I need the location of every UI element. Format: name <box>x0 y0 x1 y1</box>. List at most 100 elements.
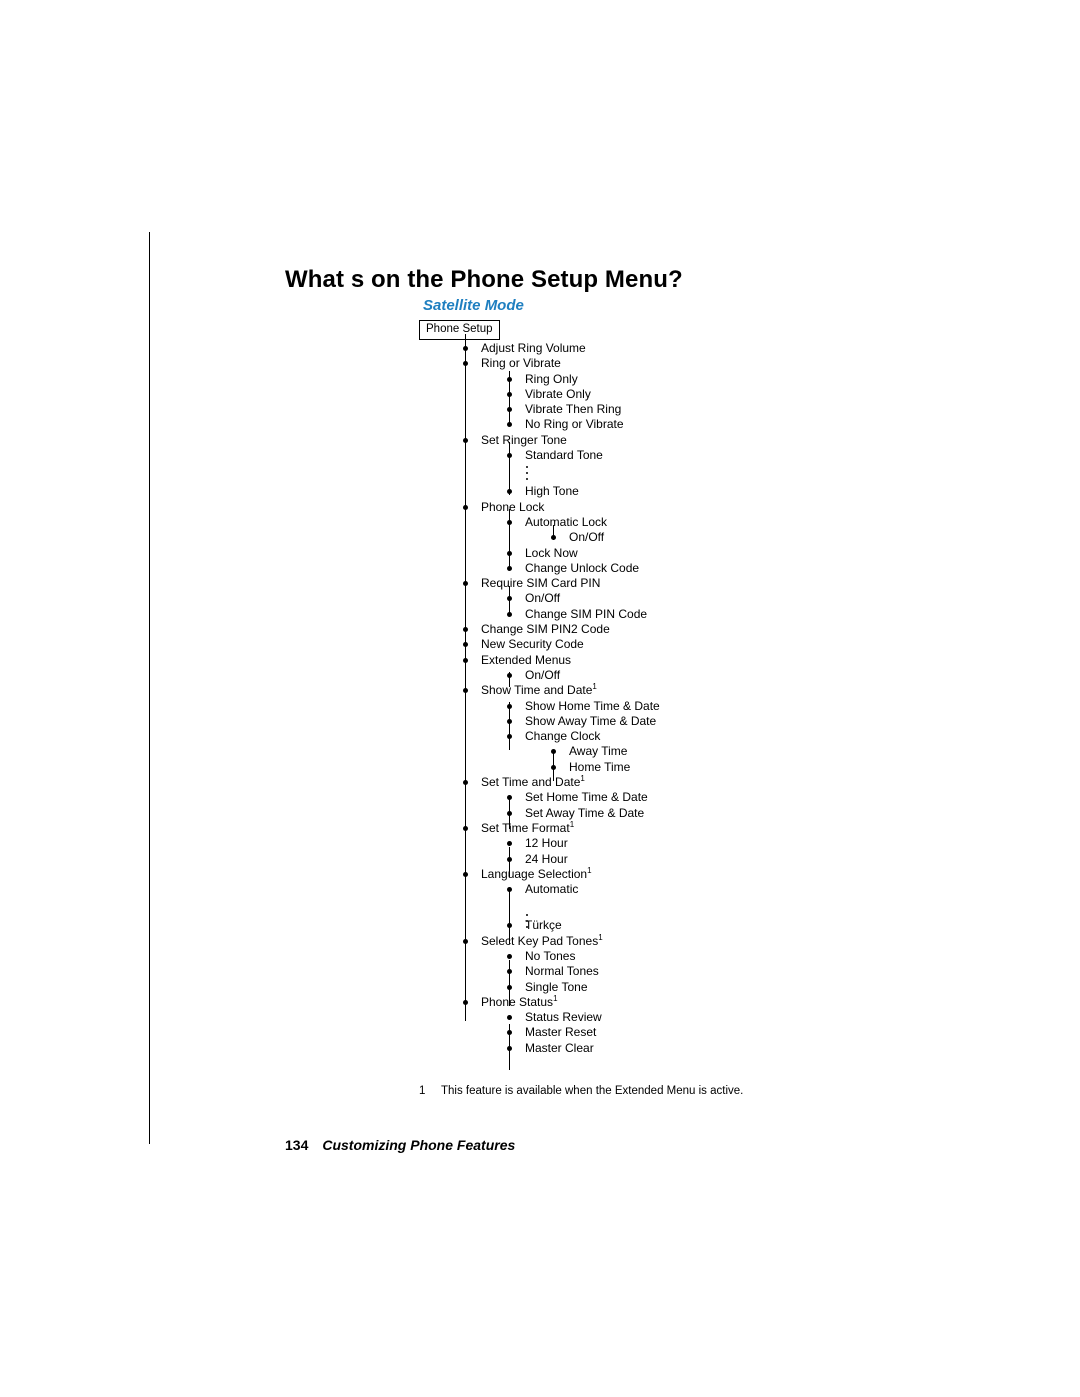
tree-item-label: 24 Hour <box>525 851 568 866</box>
tree-bullet-icon <box>507 672 512 678</box>
tree-item[interactable]: Automatic Lock <box>419 515 979 530</box>
tree-bullet-icon <box>507 519 512 525</box>
tree-bullet-icon <box>507 453 512 459</box>
tree-item-label: Set Ringer Tone <box>481 432 567 447</box>
tree-item[interactable]: New Security Code <box>419 637 979 652</box>
tree-bullet-icon <box>507 703 512 709</box>
tree-item[interactable]: Master Clear <box>419 1041 979 1056</box>
tree-item[interactable]: Phone Status1 <box>419 994 979 1010</box>
tree-item-label: Set Home Time & Date <box>525 790 648 805</box>
tree-item[interactable]: No Tones <box>419 949 979 964</box>
tree-item[interactable]: Adjust Ring Volume <box>419 341 979 356</box>
tree-item-label: 12 Hour <box>525 836 568 851</box>
tree-item[interactable]: Require SIM Card PIN <box>419 576 979 591</box>
tree-bullet-icon <box>507 795 512 801</box>
tree-item-label: On/Off <box>569 530 605 545</box>
tree-item-label: New Security Code <box>481 637 584 652</box>
tree-item-label: Vibrate Then Ring <box>525 402 622 417</box>
tree-item-label: Set Time and Date1 <box>481 774 585 790</box>
tree-item[interactable]: Change Unlock Code <box>419 561 979 576</box>
tree-item[interactable]: On/Off <box>419 591 979 606</box>
tree-item-label: Set Time Format1 <box>481 819 575 835</box>
tree-item[interactable]: Master Reset <box>419 1025 979 1040</box>
tree-item[interactable]: High Tone <box>419 484 979 499</box>
tree-bullet-icon <box>507 969 512 975</box>
tree-item-label: No Ring or Vibrate <box>525 417 624 432</box>
footnote-marker: 1 <box>598 932 603 942</box>
tree-bullet-icon <box>507 810 512 816</box>
tree-bullet-icon <box>551 535 556 541</box>
tree-item-label: Status Review <box>525 1010 602 1025</box>
tree-item[interactable]: On/Off <box>419 668 979 683</box>
tree-bullet-icon <box>463 346 468 351</box>
tree-item-label: Lock Now <box>525 545 578 560</box>
tree-item[interactable]: Show Home Time & Date <box>419 699 979 714</box>
tree-bullet-icon <box>463 437 468 443</box>
tree-item[interactable]: Show Away Time & Date <box>419 714 979 729</box>
tree-item[interactable]: Ring Only <box>419 372 979 387</box>
tree-item[interactable]: Vibrate Then Ring <box>419 402 979 417</box>
page-footer-text: Customizing Phone Features <box>322 1137 516 1153</box>
tree-item[interactable]: Lock Now <box>419 546 979 561</box>
tree-item[interactable]: Automatic <box>419 882 979 897</box>
tree-item[interactable]: Vibrate Only <box>419 387 979 402</box>
tree-bullet-icon <box>507 841 512 847</box>
tree-item-label: Türkçe <box>525 918 562 933</box>
tree-item-label: Home Time <box>569 759 631 774</box>
tree-item[interactable]: Set Time Format1 <box>419 819 979 836</box>
tree-item-label: On/Off <box>525 591 561 606</box>
tree-bullet-icon <box>507 407 512 413</box>
tree-item-label: Change Clock <box>525 729 601 744</box>
tree-item[interactable]: Ring or Vibrate <box>419 356 979 371</box>
tree-item[interactable]: Set Time and Date1 <box>419 775 979 790</box>
tree-item[interactable]: On/Off <box>419 530 979 545</box>
tree-item[interactable]: Normal Tones <box>419 964 979 979</box>
tree-gap <box>419 463 979 484</box>
tree-item[interactable]: Extended Menus <box>419 653 979 668</box>
tree-item-label: Ring Only <box>525 371 578 386</box>
tree-item[interactable]: Select Key Pad Tones1 <box>419 932 979 949</box>
tree-item[interactable]: Change Clock <box>419 729 979 744</box>
tree-item-label: Master Clear <box>525 1040 594 1055</box>
tree-item[interactable]: No Ring or Vibrate <box>419 417 979 432</box>
section-title: Satellite Mode <box>423 297 524 314</box>
tree-item-label: Show Time and Date1 <box>481 682 597 698</box>
tree-item[interactable]: Home Time <box>419 760 979 775</box>
tree-item[interactable]: Change SIM PIN2 Code <box>419 622 979 637</box>
tree-item[interactable]: Set Home Time & Date <box>419 790 979 805</box>
tree-item-label: Language Selection1 <box>481 865 592 881</box>
tree-item[interactable]: Türkçe <box>419 918 979 933</box>
tree-item[interactable]: Set Ringer Tone <box>419 433 979 448</box>
tree-item-label: Normal Tones <box>525 964 599 979</box>
footnote-marker: 1 <box>587 865 592 875</box>
tree-bullet-icon <box>507 734 512 740</box>
tree-item[interactable]: 24 Hour <box>419 852 979 867</box>
tree-bullet-icon <box>463 361 468 367</box>
tree-item[interactable]: Status Review <box>419 1010 979 1025</box>
tree-item-label: Show Away Time & Date <box>525 713 657 728</box>
tree-bullet-icon <box>507 984 512 990</box>
tree-bullet-icon <box>507 611 512 617</box>
tree-bullet-icon <box>507 391 512 397</box>
tree-item[interactable]: Set Away Time & Date <box>419 806 979 821</box>
page-footer: 134 Customizing Phone Features <box>285 1137 515 1153</box>
tree-item[interactable]: Away Time <box>419 744 979 759</box>
tree-item-label: Require SIM Card PIN <box>481 576 601 591</box>
tree-item[interactable]: Standard Tone <box>419 448 979 463</box>
tree-item-label: High Tone <box>525 484 579 499</box>
tree-item[interactable]: 12 Hour <box>419 836 979 851</box>
tree-item[interactable]: Single Tone <box>419 980 979 995</box>
tree-item-label: Select Key Pad Tones1 <box>481 932 603 948</box>
tree-item-label: Standard Tone <box>525 448 603 463</box>
tree-item[interactable]: Phone Lock <box>419 500 979 515</box>
tree-bullet-icon <box>463 688 468 694</box>
tree-item-label: Single Tone <box>525 979 588 994</box>
footnote-text: This feature is available when the Exten… <box>441 1085 744 1097</box>
tree-item-label: Change SIM PIN Code <box>525 606 648 621</box>
tree-item[interactable]: Change SIM PIN Code <box>419 607 979 622</box>
tree-item[interactable]: Show Time and Date1 <box>419 683 979 698</box>
menu-tree: Adjust Ring Volume Ring or Vibrate Ring … <box>419 341 979 1056</box>
footnote-marker: 1 <box>569 819 575 829</box>
tree-bullet-icon <box>507 550 512 556</box>
tree-item[interactable]: Language Selection1 <box>419 865 979 882</box>
